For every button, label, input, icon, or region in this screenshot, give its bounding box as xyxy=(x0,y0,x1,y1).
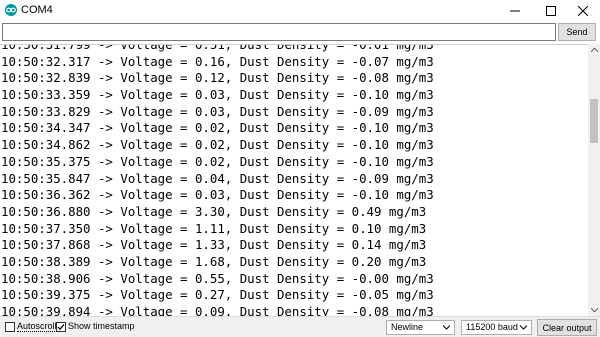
autoscroll-label-text: Autoscroll xyxy=(17,321,57,332)
scroll-thumb[interactable] xyxy=(590,99,598,143)
output-line: 10:50:36.362 -> Voltage = 0.03, Dust Den… xyxy=(1,187,434,203)
output-line: 10:50:37.868 -> Voltage = 1.33, Dust Den… xyxy=(1,237,427,253)
output-line: 10:50:35.375 -> Voltage = 0.02, Dust Den… xyxy=(1,153,434,169)
minimize-button[interactable] xyxy=(498,0,532,21)
baud-rate-select[interactable]: 115200 baud xyxy=(461,320,532,335)
autoscroll-label[interactable]: Autoscroll xyxy=(17,321,57,332)
clear-output-button[interactable]: Clear output xyxy=(537,319,597,336)
output-line: 10:50:33.829 -> Voltage = 0.03, Dust Den… xyxy=(1,103,434,119)
output-line: 10:50:36.880 -> Voltage = 3.30, Dust Den… xyxy=(1,203,427,219)
scroll-down-arrow-icon[interactable] xyxy=(588,304,600,316)
autoscroll-checkbox[interactable] xyxy=(5,322,15,332)
send-input[interactable] xyxy=(2,23,556,41)
send-button[interactable]: Send xyxy=(558,23,596,41)
output-line: 10:50:35.847 -> Voltage = 0.04, Dust Den… xyxy=(1,170,434,186)
chevron-down-icon xyxy=(520,325,527,330)
maximize-icon xyxy=(546,5,556,16)
scroll-up-arrow-icon[interactable] xyxy=(588,44,600,56)
line-ending-value: Newline xyxy=(391,322,424,332)
output-line: 10:50:38.906 -> Voltage = 0.55, Dust Den… xyxy=(1,270,434,286)
output-lines: 10:50:31.799 -> Voltage = 0.51, Dust Den… xyxy=(1,44,434,317)
serial-output[interactable]: 10:50:31.799 -> Voltage = 0.51, Dust Den… xyxy=(0,44,588,317)
chevron-down-icon xyxy=(443,325,450,330)
close-button[interactable] xyxy=(566,0,600,21)
output-line: 10:50:34.347 -> Voltage = 0.02, Dust Den… xyxy=(1,120,434,136)
vertical-scrollbar[interactable] xyxy=(588,44,600,316)
timestamp-checkbox[interactable] xyxy=(56,322,66,332)
output-line: 10:50:32.317 -> Voltage = 0.16, Dust Den… xyxy=(1,53,434,69)
title-bar: COM4 xyxy=(0,0,600,21)
line-ending-select[interactable]: Newline xyxy=(386,320,455,335)
timestamp-label[interactable]: Show timestamp xyxy=(68,321,135,331)
window-title: COM4 xyxy=(21,4,53,16)
close-icon xyxy=(578,5,588,16)
output-line: 10:50:32.839 -> Voltage = 0.12, Dust Den… xyxy=(1,70,434,86)
output-line: 10:50:37.350 -> Voltage = 1.11, Dust Den… xyxy=(1,220,427,236)
baud-rate-value: 115200 baud xyxy=(466,322,518,332)
minimize-icon xyxy=(510,10,520,11)
checkmark-icon xyxy=(57,324,65,331)
output-line: 10:50:39.375 -> Voltage = 0.27, Dust Den… xyxy=(1,287,434,303)
output-line: 10:50:38.389 -> Voltage = 1.68, Dust Den… xyxy=(1,253,427,269)
send-row: Send xyxy=(0,21,600,43)
output-line: 10:50:34.862 -> Voltage = 0.02, Dust Den… xyxy=(1,137,434,153)
output-line: 10:50:31.799 -> Voltage = 0.51, Dust Den… xyxy=(1,44,434,52)
arduino-icon xyxy=(5,4,17,16)
status-bar: Autoscroll Show timestamp Newline 115200… xyxy=(0,316,600,337)
maximize-button[interactable] xyxy=(534,0,568,21)
output-line: 10:50:33.359 -> Voltage = 0.03, Dust Den… xyxy=(1,87,434,103)
